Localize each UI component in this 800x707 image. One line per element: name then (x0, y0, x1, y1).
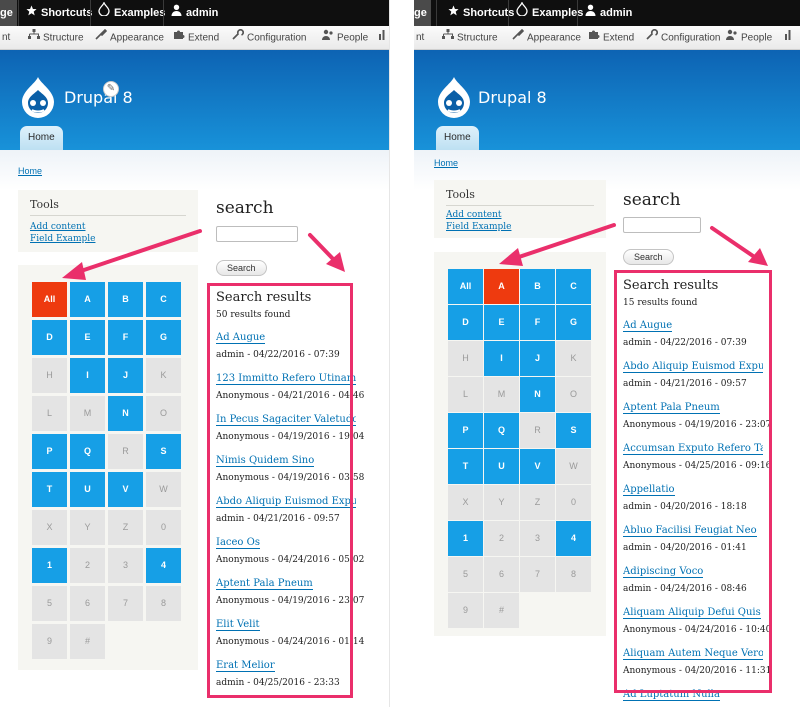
arrow-to-results (308, 233, 345, 272)
arrow-to-results (710, 226, 768, 266)
arrow-to-active-letter (499, 223, 616, 266)
arrow-to-active-letter (62, 229, 202, 280)
annotation-arrows (62, 223, 768, 280)
